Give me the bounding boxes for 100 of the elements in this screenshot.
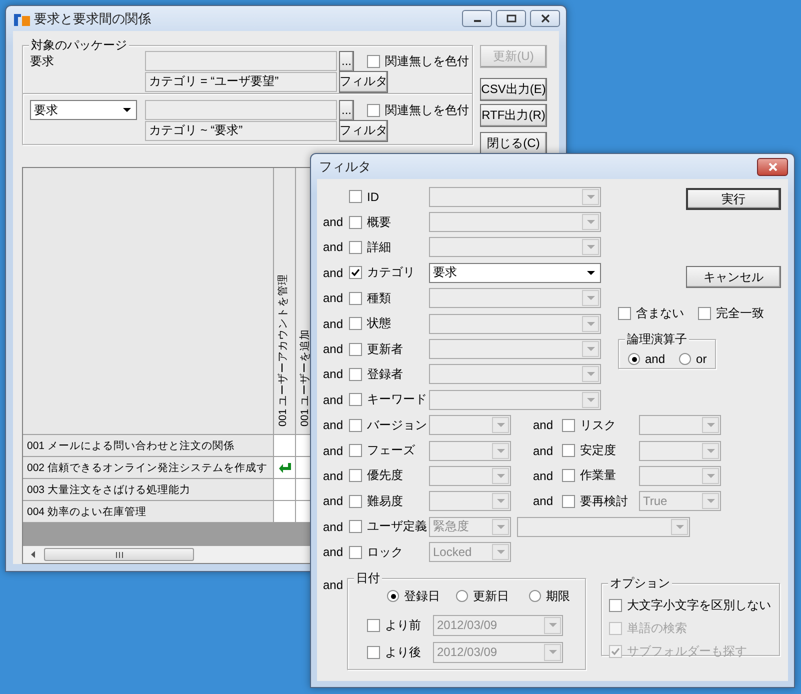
conjunction-label: and [323,520,344,534]
caret-icon [586,245,594,250]
dropdown[interactable] [429,212,601,232]
button[interactable]: キャンセル [686,266,781,288]
filter-text-field[interactable]: カテゴリ = “ユーザ要望” [145,72,337,92]
checkbox[interactable]: 優先度 [349,467,403,484]
conjunction-label: and [323,342,344,356]
scrollbar-thumb[interactable] [44,548,194,561]
dropdown[interactable] [639,466,721,486]
close-button[interactable] [530,10,560,27]
conjunction-label: and [323,418,344,432]
checkmark-icon [611,646,620,656]
dropdown[interactable] [429,237,601,258]
dropdown[interactable] [429,288,601,308]
caret-icon [586,220,594,224]
button[interactable]: CSV出力(E) [480,78,547,101]
radio-circle[interactable] [456,590,468,602]
checkbox[interactable]: 状態 [349,315,391,332]
row-header: 003 大量注文をさばける処理能力 [23,479,274,501]
dropdown[interactable] [429,390,601,410]
checkbox[interactable]: キーワード [349,391,427,408]
checkbox[interactable]: 安定度 [562,442,616,460]
dropdown[interactable]: 要求 [30,100,137,120]
checkbox[interactable]: 種類 [349,290,391,307]
dropdown[interactable] [429,314,601,334]
checkbox[interactable]: ロック [349,544,403,561]
radio-circle[interactable] [529,590,541,602]
checkbox[interactable]: より前 [367,616,421,634]
dropdown[interactable]: 要求 [429,262,601,283]
checkbox[interactable]: 難易度 [349,492,403,510]
minimize-button[interactable] [462,10,492,27]
dropdown[interactable] [639,415,721,436]
dropdown[interactable] [429,186,601,207]
checkbox[interactable]: 関連無しを色付 [367,102,469,118]
conjunction-label: and [533,468,554,483]
browse-button[interactable]: ... [339,100,354,120]
group-label: 論理演算子 [625,332,689,346]
radio-circle[interactable] [387,590,399,602]
checkbox[interactable]: ID [349,190,379,204]
filter-button[interactable]: フィルタ [339,120,388,142]
browse-button[interactable]: ... [339,50,354,72]
filter-button[interactable]: フィルタ [339,70,388,92]
button[interactable]: 実行 [686,188,781,210]
dropdown[interactable] [429,415,511,436]
checkbox[interactable]: 関連無しを色付 [367,52,469,70]
button[interactable]: RTF出力(R) [480,104,547,127]
checkbox[interactable]: 大文字小文字を区別しない [609,596,779,614]
app-icon [14,12,30,26]
checkbox[interactable]: 詳細 [349,238,391,256]
checkbox[interactable]: より後 [367,644,421,661]
checkbox[interactable]: ユーザ定義 [349,518,427,536]
checkbox[interactable]: フェーズ [349,442,415,460]
conjunction-label: and [323,215,344,230]
checkbox[interactable]: 含まない [618,305,684,322]
caret-icon [706,423,714,428]
path-field[interactable] [145,51,337,71]
checkbox[interactable]: カテゴリ [349,264,415,282]
dropdown[interactable] [517,516,690,537]
group-label: オプション [608,576,672,590]
radio-circle[interactable] [679,353,692,365]
maximize-button[interactable] [496,10,526,27]
conjunction-label: and [323,291,344,306]
close-button[interactable] [757,158,788,176]
caret-icon [586,194,594,199]
checkbox[interactable]: 更新者 [349,340,403,358]
checkbox[interactable]: 作業量 [562,467,616,484]
radio-button[interactable]: 更新日 [456,588,509,605]
checkbox[interactable]: 概要 [349,214,391,231]
maximize-icon [506,14,516,23]
window-title: フィルタ [319,158,372,176]
radio-button[interactable]: or [679,350,707,368]
checkbox[interactable]: 登録者 [349,366,403,383]
dropdown[interactable] [429,339,601,360]
dropdown[interactable] [429,440,511,461]
checkbox[interactable]: リスク [562,416,616,434]
path-field[interactable] [145,100,337,120]
radio-button[interactable]: 期限 [529,588,570,605]
button[interactable]: 閉じる(C) [480,132,547,155]
caret-icon [496,474,504,478]
group-label: 対象のパッケージ [29,38,129,52]
caret-icon [586,322,594,326]
scroll-left-icon [31,551,35,558]
checkbox[interactable]: 要再検討 [562,492,628,510]
row-header: 002 信頼できるオンライン発注システムを作成す [23,457,274,479]
checkbox[interactable]: バージョン [349,416,427,434]
dropdown[interactable] [639,440,721,461]
checkmark-icon [351,268,360,278]
radio-button[interactable]: and [628,350,666,368]
return-arrow-icon [278,462,292,474]
dropdown[interactable] [429,466,511,486]
caret-icon [706,448,714,453]
conjunction-label: and [533,444,554,458]
filter-text-field[interactable]: カテゴリ ~ “要求” [145,120,337,140]
checkbox[interactable]: 完全一致 [698,305,764,322]
radio-circle[interactable] [628,353,640,365]
dropdown[interactable] [429,364,601,384]
dropdown[interactable] [429,491,511,512]
caret-icon [586,270,594,275]
radio-button[interactable]: 登録日 [387,588,440,605]
caret-icon [496,524,504,529]
